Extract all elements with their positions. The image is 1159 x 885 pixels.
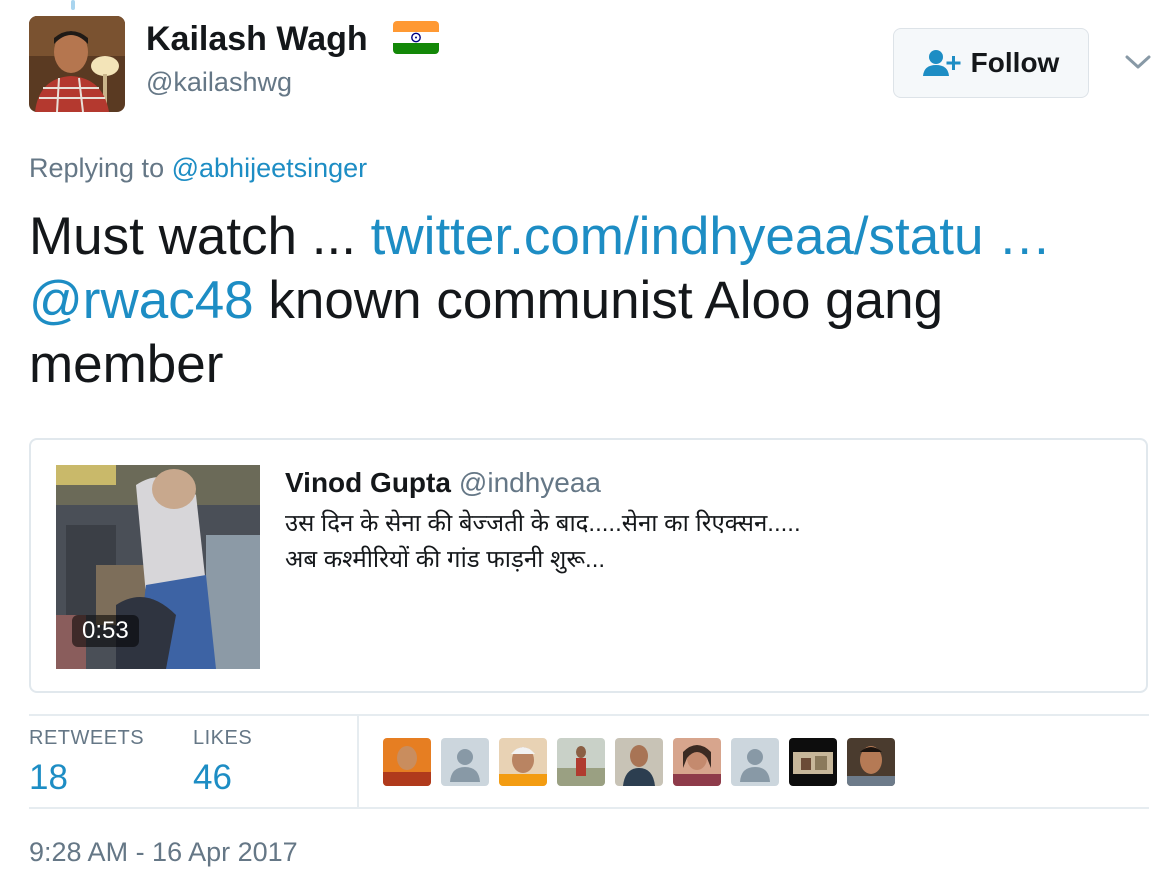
- author-avatar[interactable]: [29, 16, 125, 112]
- likes-label: LIKES: [193, 727, 253, 749]
- liker-avatar[interactable]: [499, 738, 547, 786]
- quoted-author-name: Vinod Gupta: [285, 467, 451, 498]
- stats-separator: [357, 716, 359, 808]
- follow-button-label: Follow: [970, 47, 1060, 78]
- replying-to-label: Replying to: [29, 153, 165, 183]
- tweet-link[interactable]: twitter.com/indhyeaa/statu …: [371, 207, 1052, 266]
- video-thumbnail[interactable]: 0:53: [56, 465, 260, 669]
- thread-connector-line: [71, 0, 75, 10]
- author-display-name[interactable]: Kailash Wagh: [146, 20, 368, 59]
- default-avatar-icon[interactable]: [731, 738, 779, 786]
- tweet-text: Must watch ... twitter.com/indhyeaa/stat…: [29, 205, 1129, 397]
- retweets-count[interactable]: 18: [29, 758, 144, 798]
- liker-avatar[interactable]: [789, 738, 837, 786]
- tweet-mention-link[interactable]: @rwac48: [29, 271, 254, 330]
- default-avatar-icon[interactable]: [441, 738, 489, 786]
- reply-mention-link[interactable]: @abhijeetsinger: [172, 153, 368, 183]
- liker-avatar[interactable]: [847, 738, 895, 786]
- stats-bottom-divider: [29, 807, 1149, 809]
- likes-count[interactable]: 46: [193, 758, 252, 798]
- likers-avatar-row: [383, 738, 895, 786]
- replying-to-line: Replying to @abhijeetsinger: [29, 153, 367, 184]
- likes-stat[interactable]: LIKES 46: [193, 727, 252, 798]
- liker-avatar[interactable]: [383, 738, 431, 786]
- chevron-down-icon[interactable]: [1124, 52, 1152, 72]
- video-duration: 0:53: [72, 615, 139, 647]
- india-flag-icon: [393, 21, 439, 54]
- quoted-author[interactable]: Vinod Gupta @indhyeaa: [285, 467, 601, 499]
- retweets-stat[interactable]: RETWEETS 18: [29, 727, 144, 798]
- liker-avatar[interactable]: [615, 738, 663, 786]
- liker-avatar[interactable]: [557, 738, 605, 786]
- quoted-tweet-card[interactable]: 0:53 Vinod Gupta @indhyeaa उस दिन के सेना…: [29, 438, 1148, 693]
- tweet-timestamp[interactable]: 9:28 AM - 16 Apr 2017: [29, 837, 298, 868]
- quoted-tweet-text: उस दिन के सेना की बेज्जती के बाद.....सेन…: [285, 510, 801, 573]
- tweet-text-start: Must watch ...: [29, 207, 356, 266]
- add-user-icon: [922, 50, 961, 76]
- quoted-author-handle: @indhyeaa: [458, 467, 601, 498]
- retweets-label: RETWEETS: [29, 727, 145, 749]
- stats-top-divider: [29, 714, 1149, 716]
- author-handle[interactable]: @kailashwg: [146, 67, 292, 98]
- follow-button[interactable]: Follow: [893, 28, 1089, 98]
- liker-avatar[interactable]: [673, 738, 721, 786]
